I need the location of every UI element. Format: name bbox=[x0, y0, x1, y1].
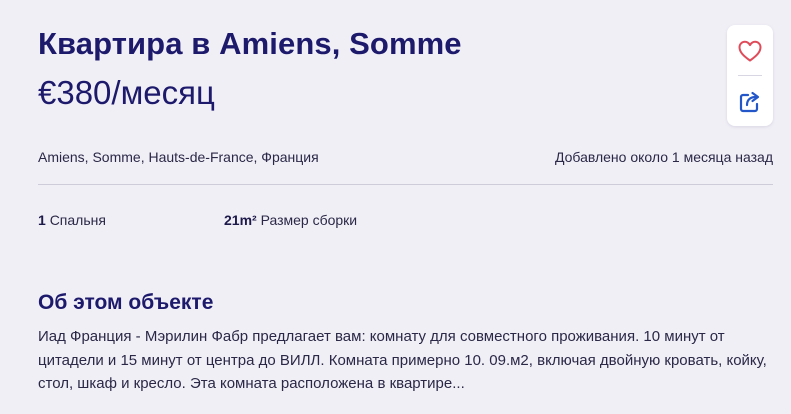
listing-location: Amiens, Somme, Hauts-de-France, Франция bbox=[38, 149, 319, 165]
actions-divider bbox=[738, 75, 762, 76]
share-icon bbox=[739, 91, 760, 113]
feature-bedrooms: 1 Спальня bbox=[38, 211, 106, 229]
about-heading: Об этом объекте bbox=[38, 291, 214, 314]
about-description: Иад Франция - Мэрилин Фабр предлагает ва… bbox=[38, 328, 767, 392]
section-divider bbox=[38, 184, 773, 185]
bedrooms-value: 1 bbox=[38, 212, 46, 228]
bedrooms-label: Спальня bbox=[49, 212, 106, 228]
heart-icon bbox=[738, 40, 762, 62]
listing-title: Квартира в Amiens, Somme bbox=[38, 26, 462, 61]
feature-size: 21m² Размер сборки bbox=[224, 211, 357, 229]
favorite-button[interactable] bbox=[727, 27, 773, 75]
share-button[interactable] bbox=[727, 78, 773, 126]
size-label: Размер сборки bbox=[260, 212, 358, 228]
listing-actions bbox=[727, 25, 773, 126]
size-value: 21m² bbox=[224, 212, 257, 228]
listing-added-date: Добавлено около 1 месяца назад bbox=[554, 149, 773, 165]
listing-price: €380/месяц bbox=[38, 74, 215, 111]
